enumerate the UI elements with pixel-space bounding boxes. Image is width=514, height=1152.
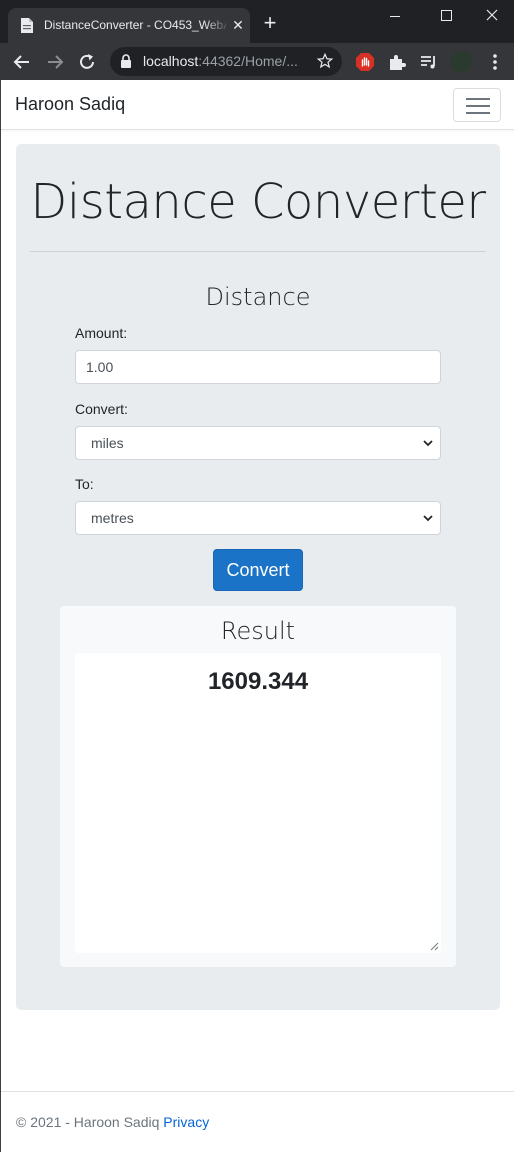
- media-control-icon[interactable]: [418, 51, 440, 73]
- resize-handle-icon[interactable]: [430, 942, 439, 951]
- browser-toolbar: localhost:44362/Home/...: [0, 43, 514, 80]
- result-title: Result: [220, 617, 296, 645]
- convert-from-label: Convert:: [75, 401, 128, 417]
- amount-input[interactable]: 1.00: [75, 350, 441, 384]
- bookmark-star-icon[interactable]: [316, 52, 334, 70]
- result-card: Result 1609.344: [60, 606, 456, 967]
- amount-label: Amount:: [75, 325, 128, 341]
- page-title: Distance Converter: [30, 174, 486, 230]
- profile-avatar[interactable]: [450, 51, 472, 73]
- result-value: 1609.344: [207, 668, 309, 695]
- convert-to-label: To:: [75, 476, 94, 492]
- convert-from-select[interactable]: miles: [75, 426, 441, 460]
- url-text[interactable]: localhost:44362/Home/...: [143, 53, 298, 69]
- privacy-link[interactable]: Privacy: [163, 1114, 209, 1130]
- new-tab-icon[interactable]: +: [258, 11, 282, 35]
- converter-panel: Distance Converter Distance Amount: 1.00…: [16, 144, 500, 1010]
- convert-from-value: miles: [91, 435, 124, 451]
- browser-tabstrip: DistanceConverter - CO453_WebApp ✕ +: [0, 0, 514, 43]
- section-title-distance: Distance: [205, 283, 311, 311]
- maximize-icon[interactable]: [431, 4, 461, 28]
- site-navbar: Haroon Sadiq: [0, 80, 514, 130]
- address-bar[interactable]: localhost:44362/Home/...: [110, 47, 342, 76]
- convert-button[interactable]: Convert: [213, 549, 303, 591]
- navbar-brand[interactable]: Haroon Sadiq: [15, 94, 125, 115]
- adblock-extension-icon[interactable]: [354, 51, 376, 73]
- document-icon: [21, 18, 33, 33]
- tab-close-icon[interactable]: ✕: [230, 16, 246, 34]
- page-viewport: Haroon Sadiq Distance Converter Distance…: [0, 80, 514, 1152]
- convert-to-select[interactable]: metres: [75, 501, 441, 535]
- lock-icon[interactable]: [120, 54, 132, 68]
- divider: [30, 251, 486, 252]
- browser-tab[interactable]: DistanceConverter - CO453_WebApp ✕: [8, 8, 250, 43]
- site-footer: © 2021 - Haroon Sadiq Privacy: [0, 1091, 514, 1152]
- tab-title: DistanceConverter - CO453_WebApp: [44, 18, 226, 32]
- extensions-puzzle-icon[interactable]: [386, 51, 408, 73]
- close-window-icon[interactable]: [477, 4, 507, 28]
- forward-icon[interactable]: [43, 50, 67, 74]
- footer-text: © 2021 - Haroon Sadiq Privacy: [16, 1114, 210, 1130]
- minimize-icon[interactable]: [380, 4, 410, 28]
- hamburger-icon: [466, 98, 490, 100]
- chevron-down-icon: [423, 440, 433, 447]
- chevron-down-icon: [423, 515, 433, 522]
- amount-value: 1.00: [86, 359, 114, 375]
- result-textarea[interactable]: 1609.344: [75, 653, 441, 953]
- navbar-toggler-button[interactable]: [453, 88, 501, 122]
- back-icon[interactable]: [10, 50, 34, 74]
- reload-icon[interactable]: [75, 50, 99, 74]
- menu-kebab-icon[interactable]: [484, 51, 506, 73]
- convert-to-value: metres: [91, 510, 134, 526]
